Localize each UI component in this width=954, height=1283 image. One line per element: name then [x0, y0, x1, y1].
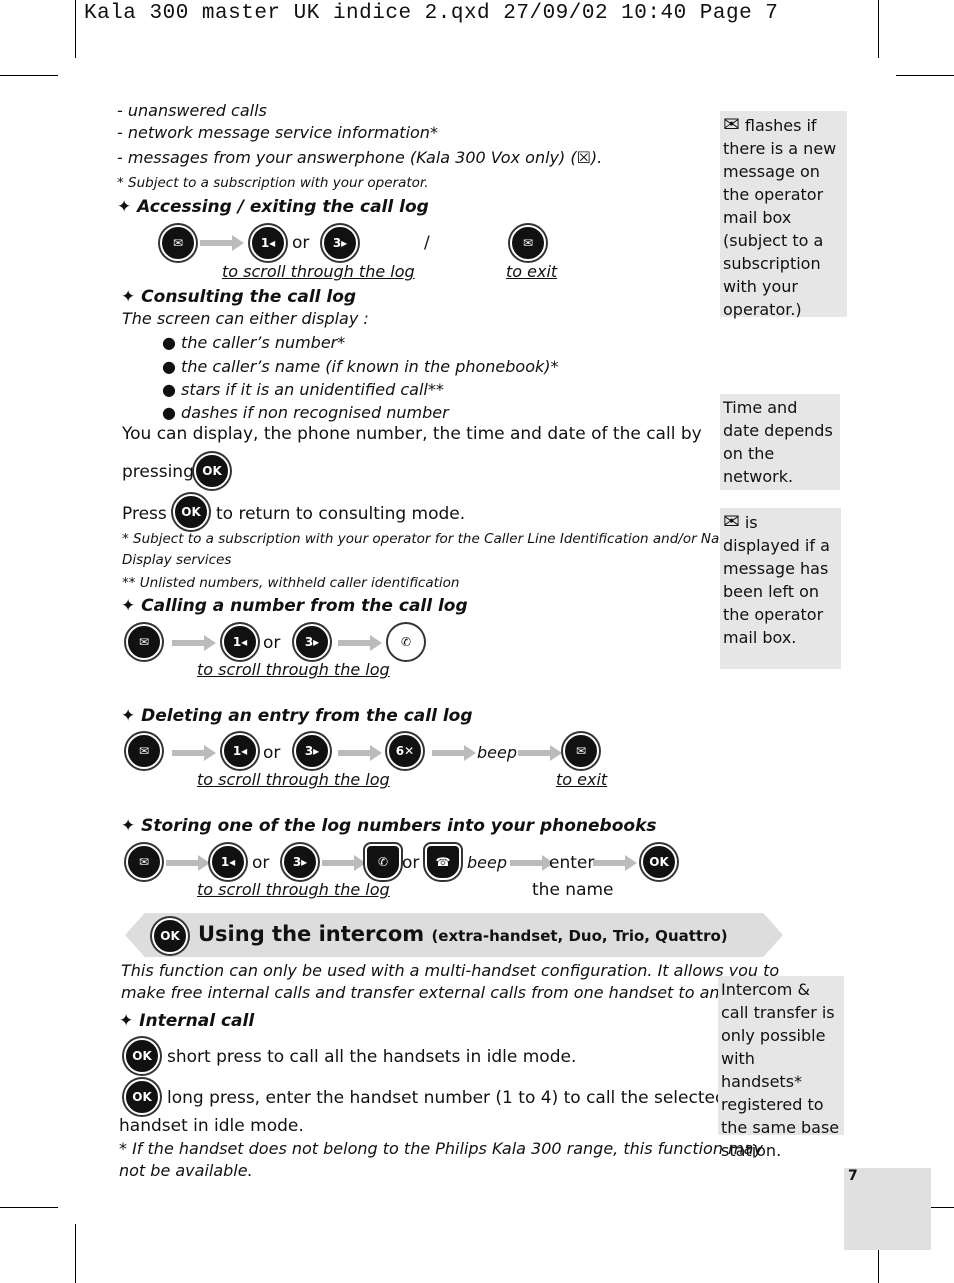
key-1-icon: 1◂ [210, 844, 246, 880]
key-3-icon: 3▸ [322, 225, 358, 261]
arrow-icon [338, 745, 382, 761]
ok-key-icon: OK [641, 844, 677, 880]
scroll-caption: to scroll through the log [197, 770, 390, 789]
footnote: * Subject to a subscription with your op… [122, 531, 741, 547]
scroll-caption: to scroll through the log [197, 660, 390, 679]
key-1-icon: 1◂ [222, 624, 258, 660]
call-log-key-icon: ✉ [160, 225, 196, 261]
key-3-icon: 3▸ [294, 624, 330, 660]
ok-key-icon: OK [173, 494, 209, 530]
phonebook-key-icon: ☎ [425, 844, 461, 880]
intro-text: make free internal calls and transfer ex… [121, 983, 766, 1002]
arrow-icon [322, 855, 366, 871]
section-heading: ✦ Consulting the call log [121, 287, 357, 307]
section-heading: ✦ Calling a number from the call log [121, 596, 468, 616]
body-text: Press [122, 504, 167, 524]
section-heading: ✦ Accessing / exiting the call log [117, 197, 429, 217]
beep-text: beep [467, 853, 507, 872]
bullet-item: ● dashes if non recognised number [162, 403, 449, 422]
manual-page: Kala 300 master UK indice 2.qxd 27/09/02… [0, 0, 954, 1283]
ok-key-icon: OK [124, 1038, 160, 1074]
envelope-icon: ☒ [576, 148, 591, 167]
footnote: Display services [122, 552, 232, 568]
body-text: long press, enter the handset number (1 … [167, 1088, 726, 1108]
print-header: Kala 300 master UK indice 2.qxd 27/09/02… [84, 2, 779, 25]
body-text: short press to call all the handsets in … [167, 1047, 577, 1067]
call-key-icon: ✆ [388, 624, 424, 660]
call-log-key-icon: ✉ [510, 225, 546, 261]
section-heading: ✦ Internal call [119, 1011, 255, 1031]
arrow-icon [338, 635, 382, 651]
or-text: or [263, 633, 281, 653]
crop-mark [75, 1224, 76, 1283]
ok-key-icon: OK [152, 918, 188, 954]
call-log-key-icon: ✉ [563, 733, 599, 769]
beep-text: beep [477, 743, 517, 762]
call-log-icon: ✉ [723, 112, 740, 136]
section-heading: ✦ Deleting an entry from the call log [121, 706, 473, 726]
body-text: You can display, the phone number, the t… [122, 424, 702, 444]
call-log-key-icon: ✉ [126, 624, 162, 660]
or-text: or [292, 233, 310, 253]
or-text: or [252, 853, 270, 873]
crop-mark [0, 75, 58, 76]
enter-text: enter [549, 853, 595, 873]
ok-key-icon: OK [194, 453, 230, 489]
section-heading: ✦ Storing one of the log numbers into yo… [121, 816, 657, 836]
key-6-icon: 6✕ [387, 733, 423, 769]
name-caption: the name [532, 880, 614, 900]
sidebar-note: ✉ is displayed if a message has been lef… [720, 508, 841, 669]
sidebar-note: Intercom & call transfer is only possibl… [718, 976, 844, 1160]
footnote: * Subject to a subscription with your op… [117, 175, 429, 191]
footnote: * If the handset does not belong to the … [119, 1139, 763, 1158]
key-3-icon: 3▸ [294, 733, 330, 769]
footnote: not be available. [119, 1161, 253, 1180]
arrow-icon [172, 635, 216, 651]
key-1-icon: 1◂ [222, 733, 258, 769]
soft-key-icon: ✆ [365, 844, 401, 880]
key-3-icon: 3▸ [282, 844, 318, 880]
list-item: - messages from your answerphone (Kala 3… [117, 148, 603, 167]
arrow-icon [432, 745, 476, 761]
page-number: 7 [844, 1168, 931, 1250]
arrow-icon [200, 235, 244, 251]
scroll-caption: to scroll through the log [222, 262, 415, 281]
sidebar-note: Time and date depends on the network. [720, 394, 840, 490]
bullet-item: ● the caller’s name (if known in the pho… [162, 357, 559, 376]
crop-mark [878, 0, 879, 58]
list-item: - unanswered calls [117, 101, 267, 120]
or-text: or [402, 853, 420, 873]
arrow-icon [166, 855, 210, 871]
intro-text: The screen can either display : [122, 309, 369, 328]
or-text: or [263, 743, 281, 763]
sidebar-note: ✉ flashes if there is a new message on t… [720, 111, 847, 319]
slash-text: / [424, 233, 430, 253]
key-1-icon: 1◂ [250, 225, 286, 261]
body-text: pressing [122, 462, 194, 482]
call-log-icon: ✉ [723, 509, 740, 533]
exit-caption: to exit [556, 770, 608, 789]
crop-mark [896, 75, 954, 76]
exit-caption: to exit [506, 262, 558, 281]
arrow-icon [593, 855, 637, 871]
bullet-item: ● the caller’s number* [162, 333, 346, 352]
intro-text: This function can only be used with a mu… [121, 961, 780, 980]
arrow-icon [172, 745, 216, 761]
arrow-icon [510, 855, 554, 871]
ok-key-icon: OK [124, 1079, 160, 1115]
footnote: ** Unlisted numbers, withheld caller ide… [122, 575, 460, 591]
list-item: - network message service information* [117, 123, 438, 142]
body-text: to return to consulting mode. [216, 504, 466, 524]
scroll-caption: to scroll through the log [197, 880, 390, 899]
body-text: handset in idle mode. [119, 1116, 304, 1136]
bullet-item: ● stars if it is an unidentified call** [162, 380, 444, 399]
call-log-key-icon: ✉ [126, 844, 162, 880]
banner-title: Using the intercom (extra-handset, Duo, … [198, 922, 728, 946]
crop-mark [75, 0, 76, 58]
arrow-icon [518, 745, 562, 761]
call-log-key-icon: ✉ [126, 733, 162, 769]
crop-mark [0, 1207, 58, 1208]
